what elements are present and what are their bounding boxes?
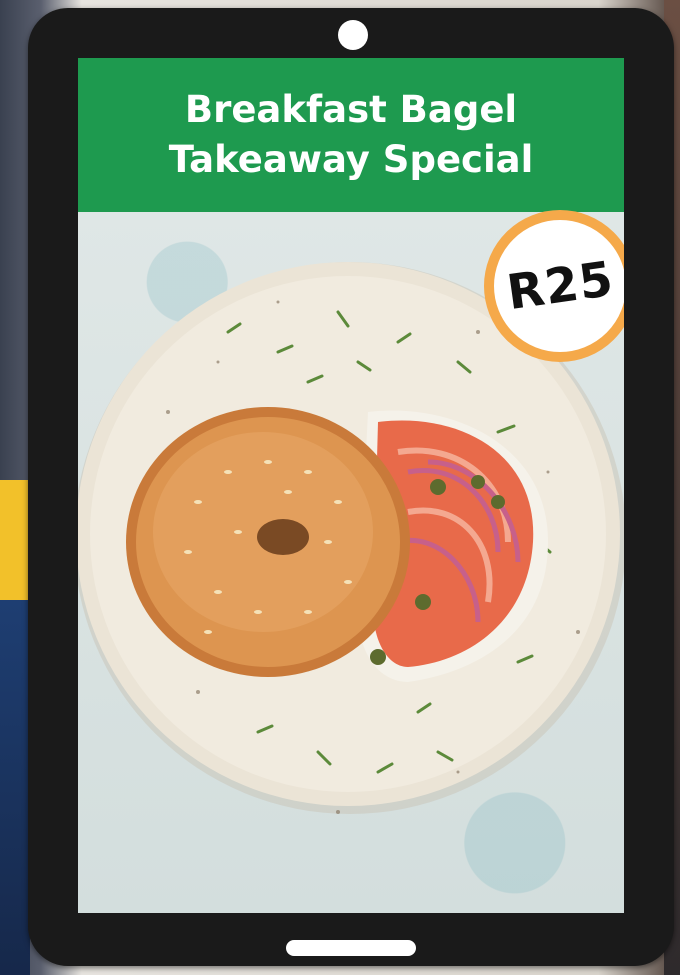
camera-dot-icon bbox=[338, 20, 368, 50]
background-left-object-lower bbox=[0, 600, 30, 975]
price-label: R25 bbox=[503, 250, 617, 322]
tablet-screen: Breakfast Bagel Takeaway Special R25 bbox=[78, 58, 624, 913]
promo-header: Breakfast Bagel Takeaway Special bbox=[78, 58, 624, 212]
promo-title: Breakfast Bagel Takeaway Special bbox=[168, 88, 534, 181]
tablet-frame: Breakfast Bagel Takeaway Special R25 bbox=[28, 8, 674, 966]
background-left-object bbox=[0, 480, 30, 600]
home-bar-icon[interactable] bbox=[286, 940, 416, 956]
price-badge: R25 bbox=[484, 210, 624, 362]
